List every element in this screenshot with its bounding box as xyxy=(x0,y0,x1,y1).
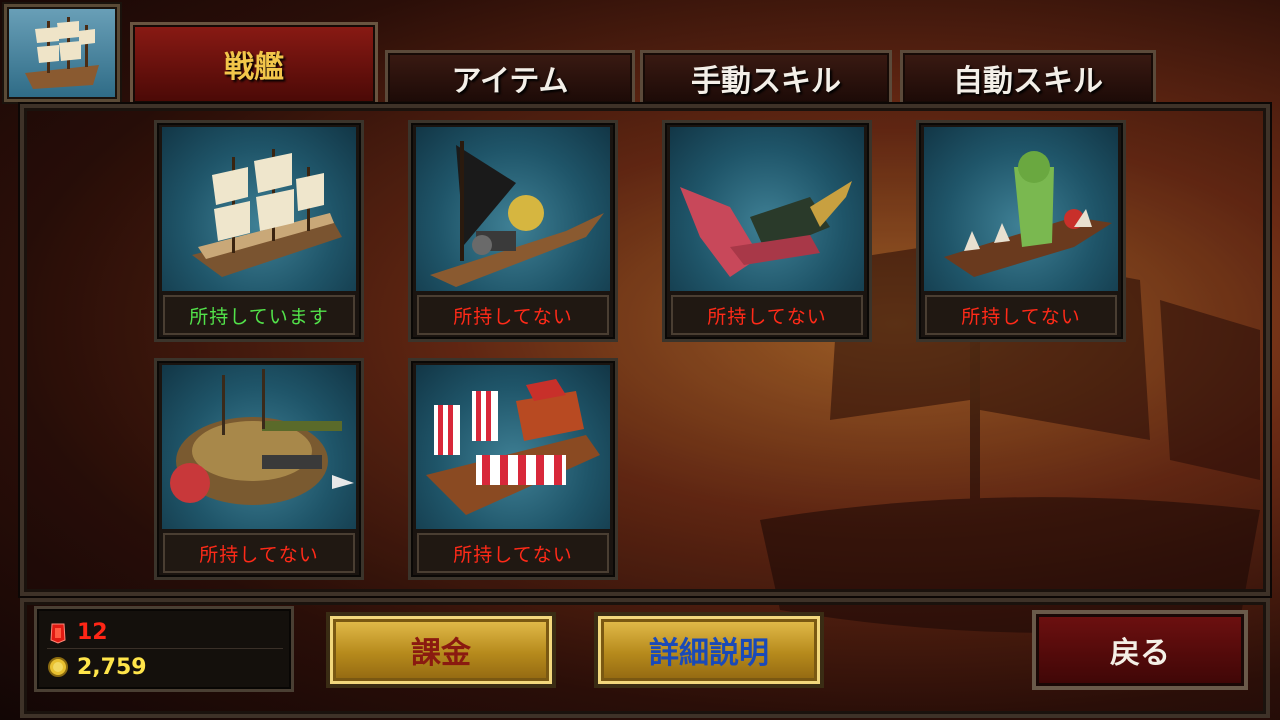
ship-art xyxy=(670,127,864,291)
tab-bar: 戦艦 アイテム 手動スキル 自動スキル xyxy=(130,22,1160,106)
ship-card-japanese-warship[interactable]: 所持してない xyxy=(408,358,618,580)
details-button[interactable]: 詳細説明 xyxy=(594,612,824,688)
tab-items[interactable]: アイテム xyxy=(385,50,635,106)
purchase-button[interactable]: 課金 xyxy=(326,612,556,688)
gem-row: 12 xyxy=(47,617,283,649)
spiked-plant-ship-icon xyxy=(944,151,1112,277)
ship-art xyxy=(416,365,610,529)
gem-count: 12 xyxy=(77,620,108,645)
ship-status-not-owned: 所持してない xyxy=(417,295,609,335)
player-ship-avatar[interactable] xyxy=(4,4,120,102)
tab-auto-skills-label: 自動スキル xyxy=(953,64,1103,99)
ship-status-owned: 所持しています xyxy=(163,295,355,335)
galleon-ship-icon xyxy=(192,149,342,277)
ship-art xyxy=(162,365,356,529)
ship-status-not-owned: 所持してない xyxy=(671,295,863,335)
tab-items-label: アイテム xyxy=(451,64,569,99)
ship-art xyxy=(416,127,610,291)
black-sail-gunboat-icon xyxy=(430,141,604,287)
ship-card-galleon[interactable]: 所持しています xyxy=(154,120,364,342)
ship-card-turtle[interactable]: 所持してない xyxy=(154,358,364,580)
galleon-ship-icon xyxy=(25,17,99,89)
back-button[interactable]: 戻る xyxy=(1032,610,1248,690)
tab-manual-skills[interactable]: 手動スキル xyxy=(640,50,892,106)
tab-auto-skills[interactable]: 自動スキル xyxy=(900,50,1156,106)
tab-warships[interactable]: 戦艦 xyxy=(130,22,378,106)
red-gem-icon xyxy=(47,622,69,644)
gold-coin-icon xyxy=(47,656,69,678)
ship-card-dragon[interactable]: 所持してない xyxy=(662,120,872,342)
turtle-ship-icon xyxy=(170,369,354,505)
tab-manual-skills-label: 手動スキル xyxy=(691,64,841,99)
ship-status-not-owned: 所持してない xyxy=(163,533,355,573)
tab-warships-label: 戦艦 xyxy=(224,50,284,85)
currency-panel: 12 2,759 xyxy=(34,606,294,692)
ship-status-not-owned: 所持してない xyxy=(925,295,1117,335)
purchase-button-label: 課金 xyxy=(411,636,471,671)
gold-row: 2,759 xyxy=(47,651,283,683)
ship-art xyxy=(162,127,356,291)
ship-card-spiked-plant[interactable]: 所持してない xyxy=(916,120,1126,342)
back-button-label: 戻る xyxy=(1110,636,1170,671)
ship-art xyxy=(924,127,1118,291)
ship-status-not-owned: 所持してない xyxy=(417,533,609,573)
ship-card-black-sail-gunboat[interactable]: 所持してない xyxy=(408,120,618,342)
details-button-label: 詳細説明 xyxy=(649,636,769,671)
gold-count: 2,759 xyxy=(77,654,147,680)
japanese-warship-icon xyxy=(426,379,600,515)
dragon-ship-icon xyxy=(680,181,852,277)
